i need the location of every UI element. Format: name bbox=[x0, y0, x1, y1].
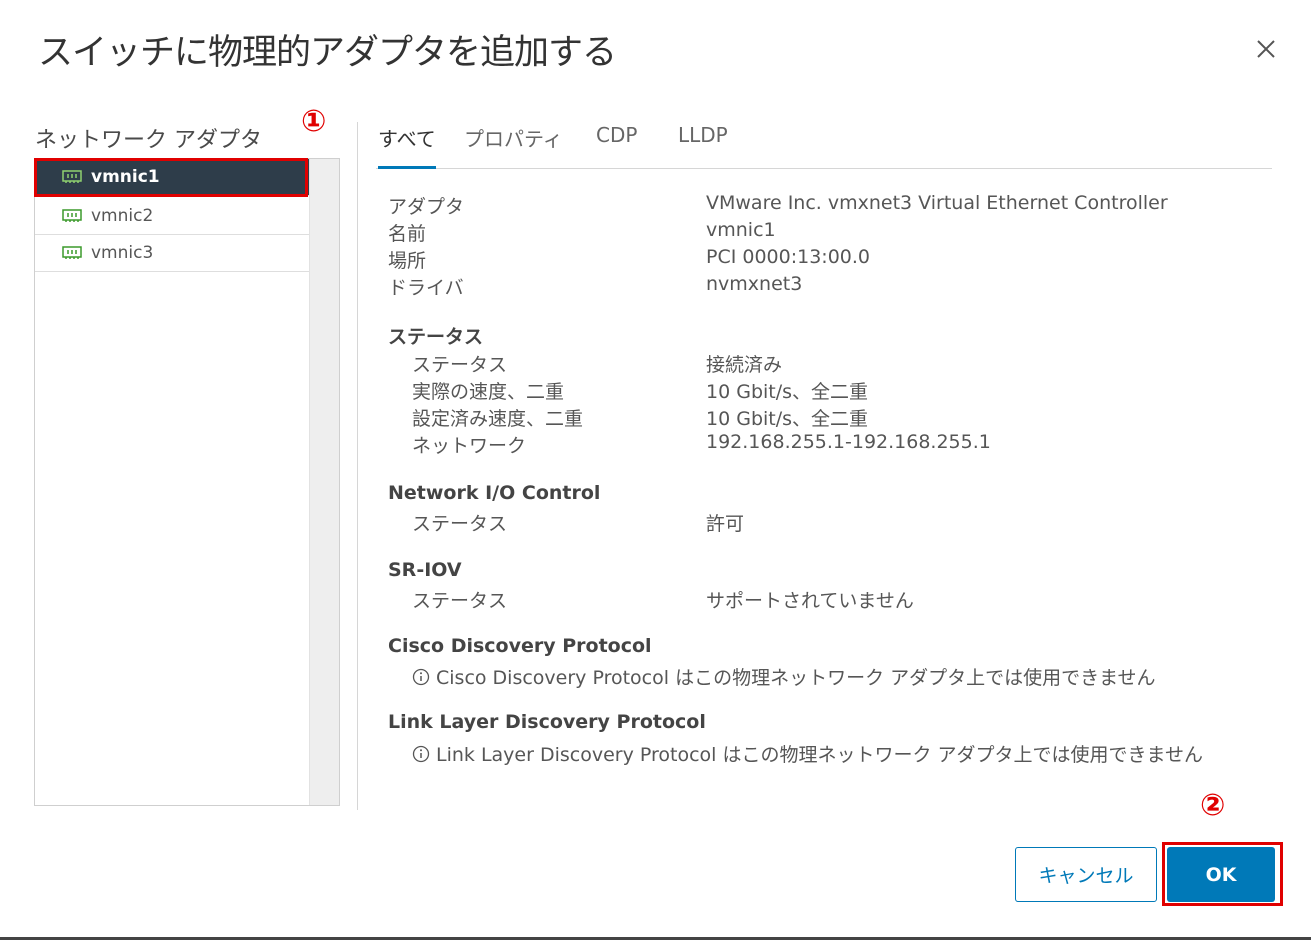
lldp-note-text: Link Layer Discovery Protocol はこの物理ネットワー… bbox=[436, 744, 1203, 766]
detail-row-driver: ドライバ nvmxnet3 bbox=[388, 273, 1288, 299]
detail-value: 10 Gbit/s、全二重 bbox=[706, 381, 869, 403]
detail-row-status: ステータス 接続済み bbox=[388, 350, 1288, 376]
detail-row-name: 名前 vmnic1 bbox=[388, 219, 1288, 245]
close-icon[interactable] bbox=[1251, 34, 1281, 64]
detail-value: 10 Gbit/s、全二重 bbox=[706, 408, 869, 430]
detail-key: ステータス bbox=[412, 513, 508, 535]
info-icon bbox=[412, 668, 430, 685]
adapter-name: vmnic3 bbox=[91, 243, 154, 263]
detail-row-sriov-status: ステータス サポートされていません bbox=[388, 586, 1288, 612]
section-title-lldp: Link Layer Discovery Protocol bbox=[388, 711, 706, 733]
detail-key: ステータス bbox=[412, 590, 508, 612]
tab-bar: すべて プロパティ CDP LLDP bbox=[376, 118, 1272, 169]
adapter-item-vmnic1[interactable]: vmnic1 bbox=[35, 159, 309, 196]
detail-key: 名前 bbox=[388, 223, 427, 245]
network-card-icon bbox=[62, 246, 82, 259]
detail-key: 場所 bbox=[388, 250, 427, 272]
adapter-name: vmnic1 bbox=[91, 167, 160, 187]
detail-value: vmnic1 bbox=[706, 219, 776, 241]
section-title-cdp: Cisco Discovery Protocol bbox=[388, 635, 652, 657]
detail-key: 設定済み速度、二重 bbox=[412, 408, 584, 430]
network-card-icon bbox=[62, 209, 82, 222]
lldp-note: Link Layer Discovery Protocol はこの物理ネットワー… bbox=[412, 740, 1203, 767]
detail-row-nioc-status: ステータス 許可 bbox=[388, 509, 1288, 535]
adapter-list: vmnic1 vmnic2 vmnic3 bbox=[34, 158, 340, 806]
detail-row-location: 場所 PCI 0000:13:00.0 bbox=[388, 246, 1288, 272]
section-title-status: ステータス bbox=[388, 326, 484, 348]
tab-cdp[interactable]: CDP bbox=[596, 123, 637, 161]
section-title-sriov: SR-IOV bbox=[388, 559, 462, 581]
detail-key: アダプタ bbox=[388, 196, 465, 218]
detail-row-adapter: アダプタ VMware Inc. vmxnet3 Virtual Etherne… bbox=[388, 192, 1288, 218]
panel-divider bbox=[357, 122, 358, 810]
annotation-one: ① bbox=[301, 104, 327, 139]
adapter-name: vmnic2 bbox=[91, 206, 154, 226]
detail-value: VMware Inc. vmxnet3 Virtual Ethernet Con… bbox=[706, 192, 1168, 214]
detail-row-network: ネットワーク 192.168.255.1-192.168.255.1 bbox=[388, 431, 1288, 457]
detail-key: 実際の速度、二重 bbox=[412, 381, 565, 403]
scrollbar-track[interactable] bbox=[309, 159, 339, 805]
network-card-icon bbox=[62, 170, 82, 183]
detail-value: nvmxnet3 bbox=[706, 273, 803, 295]
cancel-button[interactable]: キャンセル bbox=[1015, 847, 1157, 902]
detail-key: ネットワーク bbox=[412, 435, 527, 457]
info-icon bbox=[412, 745, 430, 762]
network-adapter-label: ネットワーク アダプタ bbox=[35, 128, 262, 153]
detail-row-configured-speed: 設定済み速度、二重 10 Gbit/s、全二重 bbox=[388, 404, 1288, 430]
detail-value: PCI 0000:13:00.0 bbox=[706, 246, 871, 268]
detail-key: ドライバ bbox=[388, 277, 464, 299]
cdp-note-text: Cisco Discovery Protocol はこの物理ネットワーク アダプ… bbox=[436, 667, 1156, 689]
adapter-item-vmnic3[interactable]: vmnic3 bbox=[35, 235, 309, 272]
cdp-note: Cisco Discovery Protocol はこの物理ネットワーク アダプ… bbox=[412, 663, 1156, 690]
ok-button[interactable]: OK bbox=[1167, 847, 1275, 902]
detail-value: サポートされていません bbox=[706, 590, 914, 612]
detail-key: ステータス bbox=[412, 354, 508, 376]
detail-row-actual-speed: 実際の速度、二重 10 Gbit/s、全二重 bbox=[388, 377, 1288, 403]
annotation-two: ② bbox=[1200, 788, 1226, 823]
tab-properties[interactable]: プロパティ bbox=[464, 123, 563, 166]
detail-value: 許可 bbox=[706, 513, 745, 535]
tab-all[interactable]: すべて bbox=[378, 123, 436, 169]
section-title-nioc: Network I/O Control bbox=[388, 482, 601, 504]
adapter-item-vmnic2[interactable]: vmnic2 bbox=[35, 198, 309, 235]
detail-value: 192.168.255.1-192.168.255.1 bbox=[706, 431, 991, 453]
tab-lldp[interactable]: LLDP bbox=[678, 123, 728, 161]
detail-value: 接続済み bbox=[706, 354, 783, 376]
dialog-title: スイッチに物理的アダプタを追加する bbox=[38, 33, 617, 73]
